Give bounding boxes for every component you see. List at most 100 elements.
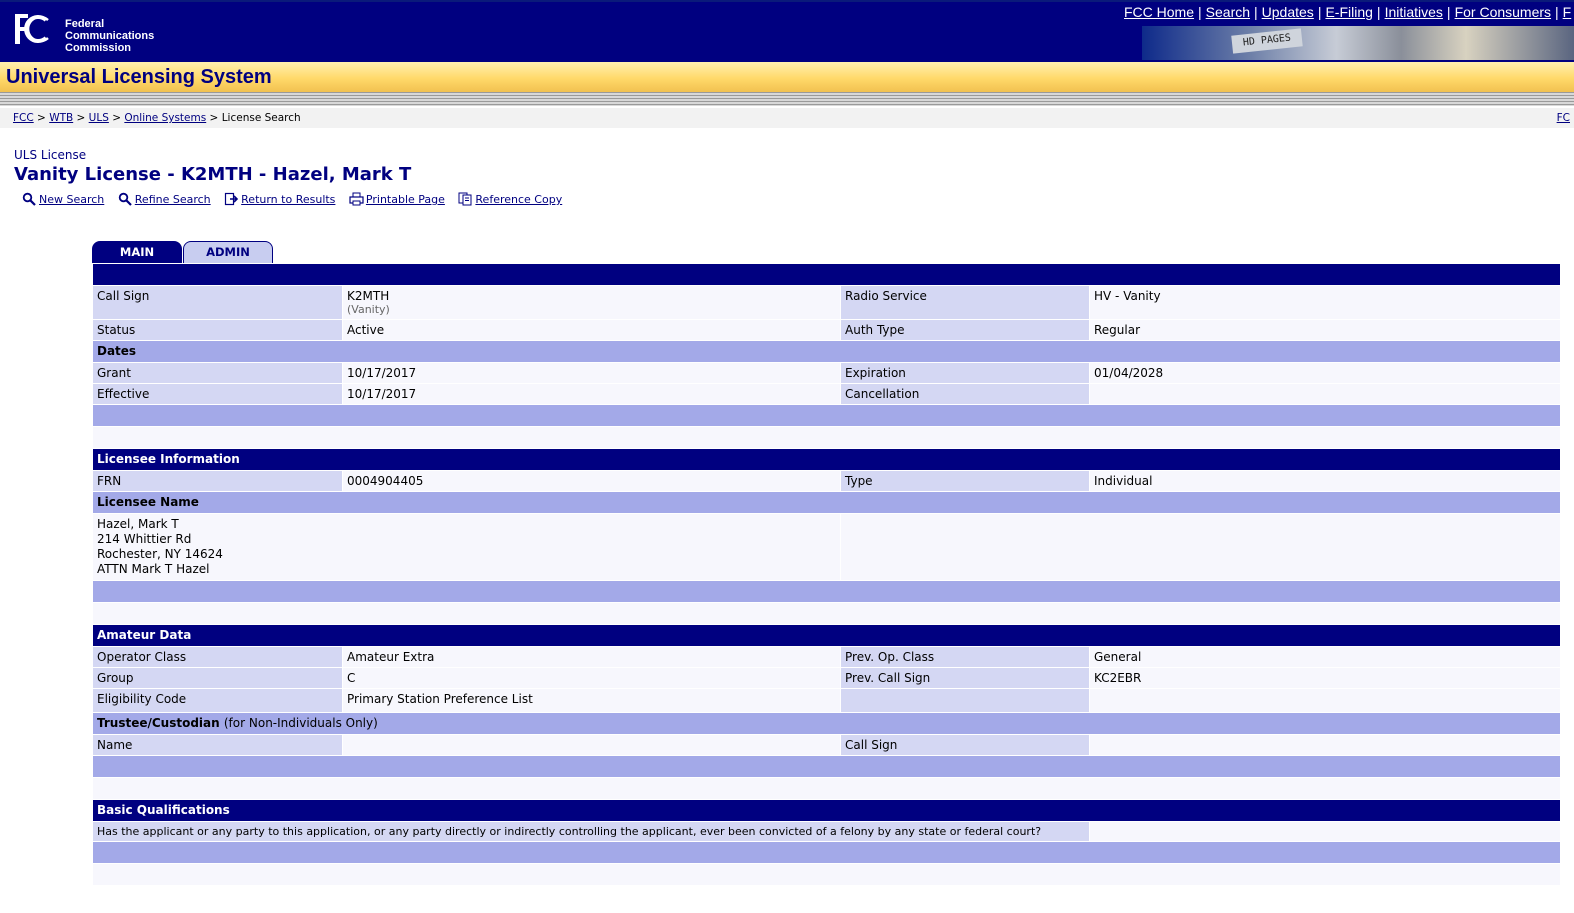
dates-section-title: Dates	[92, 340, 1561, 363]
prev-call-sign-value: KC2EBR	[1089, 667, 1561, 689]
table-row: Group C Prev. Call Sign KC2EBR	[92, 667, 1561, 689]
trustee-name-value	[342, 734, 841, 756]
trustee-note: (for Non-Individuals Only)	[223, 716, 378, 730]
printable-page-action[interactable]: Printable Page	[349, 192, 445, 206]
amateur-section-title: Amateur Data	[92, 624, 1561, 647]
call-sign-cell: K2MTH (Vanity)	[342, 285, 841, 320]
action-links: New Search Refine Search Return to Resul…	[22, 192, 572, 206]
breadcrumb-uls[interactable]: ULS	[89, 112, 109, 124]
trustee-section-title: Trustee/Custodian (for Non-Individuals O…	[92, 712, 1561, 735]
refine-search-action[interactable]: Refine Search	[118, 192, 211, 206]
tab-admin[interactable]: ADMIN	[183, 241, 273, 263]
empty-cell	[840, 513, 1561, 581]
felony-answer	[1089, 821, 1561, 842]
return-to-results-action[interactable]: Return to Results	[224, 192, 335, 206]
spacer-row	[92, 841, 1561, 864]
grant-value: 10/17/2017	[342, 362, 841, 384]
grant-label: Grant	[92, 362, 343, 384]
system-title: Universal Licensing System	[6, 66, 272, 88]
page-title: Vanity License - K2MTH - Hazel, Mark T	[14, 164, 412, 185]
blank-row	[92, 863, 1561, 886]
group-value: C	[342, 667, 841, 689]
table-header-bar	[92, 263, 1561, 286]
licensee-street: 214 Whittier Rd	[97, 532, 192, 546]
empty-cell	[1089, 688, 1561, 713]
prev-op-class-value: General	[1089, 646, 1561, 668]
cancellation-label: Cancellation	[840, 383, 1090, 405]
new-search-action[interactable]: New Search	[22, 192, 104, 206]
agency-name: Federal Communications Commission	[65, 18, 154, 54]
return-to-results-link[interactable]: Return to Results	[241, 193, 335, 206]
licensee-name-title: Licensee Name	[92, 491, 1561, 514]
nav-for-consumers[interactable]: For Consumers	[1455, 4, 1551, 20]
breadcrumb-wtb[interactable]: WTB	[49, 112, 73, 124]
page-subtitle: ULS License	[14, 148, 87, 162]
table-row: Effective 10/17/2017 Cancellation	[92, 383, 1561, 405]
type-value: Individual	[1089, 470, 1561, 492]
nav-updates[interactable]: Updates	[1262, 4, 1314, 20]
fcc-logo[interactable]: Federal Communications Commission	[12, 10, 172, 54]
new-search-link[interactable]: New Search	[39, 193, 104, 206]
photo-label: HD PAGES	[1231, 28, 1303, 54]
trustee-label: Trustee/Custodian	[97, 716, 220, 730]
auth-type-value: Regular	[1089, 319, 1561, 341]
licensee-name: Hazel, Mark T	[97, 517, 179, 531]
magnifier-icon	[118, 192, 132, 206]
breadcrumb-right-link[interactable]: FC	[1557, 108, 1570, 128]
prev-op-class-label: Prev. Op. Class	[840, 646, 1090, 668]
eligibility-code-value: Primary Station Preference List	[342, 688, 841, 713]
expiration-value: 01/04/2028	[1089, 362, 1561, 384]
section-row: Licensee Name	[92, 491, 1561, 514]
table-row: Call Sign K2MTH (Vanity) Radio Service H…	[92, 285, 1561, 320]
call-sign-label: Call Sign	[92, 285, 343, 320]
operator-class-label: Operator Class	[92, 646, 343, 668]
radio-service-label: Radio Service	[840, 285, 1090, 320]
empty-cell	[840, 688, 1090, 713]
tab-main[interactable]: MAIN	[92, 241, 182, 263]
printable-page-link[interactable]: Printable Page	[366, 193, 445, 206]
eligibility-code-label: Eligibility Code	[92, 688, 343, 713]
table-row: Grant 10/17/2017 Expiration 01/04/2028	[92, 362, 1561, 384]
table-row: Status Active Auth Type Regular	[92, 319, 1561, 341]
auth-type-label: Auth Type	[840, 319, 1090, 341]
magnifier-icon	[22, 192, 36, 206]
breadcrumb-current: License Search	[221, 112, 301, 124]
nav-initiatives[interactable]: Initiatives	[1385, 4, 1443, 20]
refine-search-link[interactable]: Refine Search	[135, 193, 211, 206]
blank-row	[92, 426, 1561, 449]
header-photo: HD PAGES	[1142, 26, 1574, 60]
radio-service-value: HV - Vanity	[1089, 285, 1561, 320]
site-header: Federal Communications Commission FCC Ho…	[0, 0, 1574, 64]
agency-line: Federal	[65, 18, 105, 30]
nav-efiling[interactable]: E-Filing	[1325, 4, 1372, 20]
qualifications-section-title: Basic Qualifications	[92, 799, 1561, 822]
spacer-row	[92, 755, 1561, 778]
nav-fcc-home[interactable]: FCC Home	[1124, 4, 1194, 20]
agency-line: Commission	[65, 42, 132, 54]
nav-more[interactable]: F	[1563, 4, 1572, 20]
reference-copy-action[interactable]: Reference Copy	[458, 192, 562, 206]
top-nav: FCC Home | Search | Updates | E-Filing | Initiat…	[1124, 4, 1572, 20]
section-row: Trustee/Custodian (for Non-Individuals O…	[92, 712, 1561, 735]
breadcrumb: FCC > WTB > ULS > Online Systems > Licen…	[0, 108, 1574, 128]
nav-search[interactable]: Search	[1206, 4, 1250, 20]
breadcrumb-online-systems[interactable]: Online Systems	[124, 112, 206, 124]
breadcrumb-fcc[interactable]: FCC	[13, 112, 34, 124]
expiration-label: Expiration	[840, 362, 1090, 384]
licensee-section-title: Licensee Information	[92, 448, 1561, 471]
effective-value: 10/17/2017	[342, 383, 841, 405]
license-table: Call Sign K2MTH (Vanity) Radio Service H…	[92, 263, 1561, 886]
frn-value: 0004904405	[342, 470, 841, 492]
table-row: Eligibility Code Primary Station Prefere…	[92, 688, 1561, 713]
section-row: Dates	[92, 340, 1561, 363]
status-value: Active	[342, 319, 841, 341]
type-label: Type	[840, 470, 1090, 492]
group-label: Group	[92, 667, 343, 689]
blank-row	[92, 777, 1561, 800]
frn-label: FRN	[92, 470, 343, 492]
reference-copy-link[interactable]: Reference Copy	[475, 193, 562, 206]
spacer-row	[92, 404, 1561, 427]
trustee-name-label: Name	[92, 734, 343, 756]
effective-label: Effective	[92, 383, 343, 405]
return-arrow-icon	[225, 192, 239, 206]
